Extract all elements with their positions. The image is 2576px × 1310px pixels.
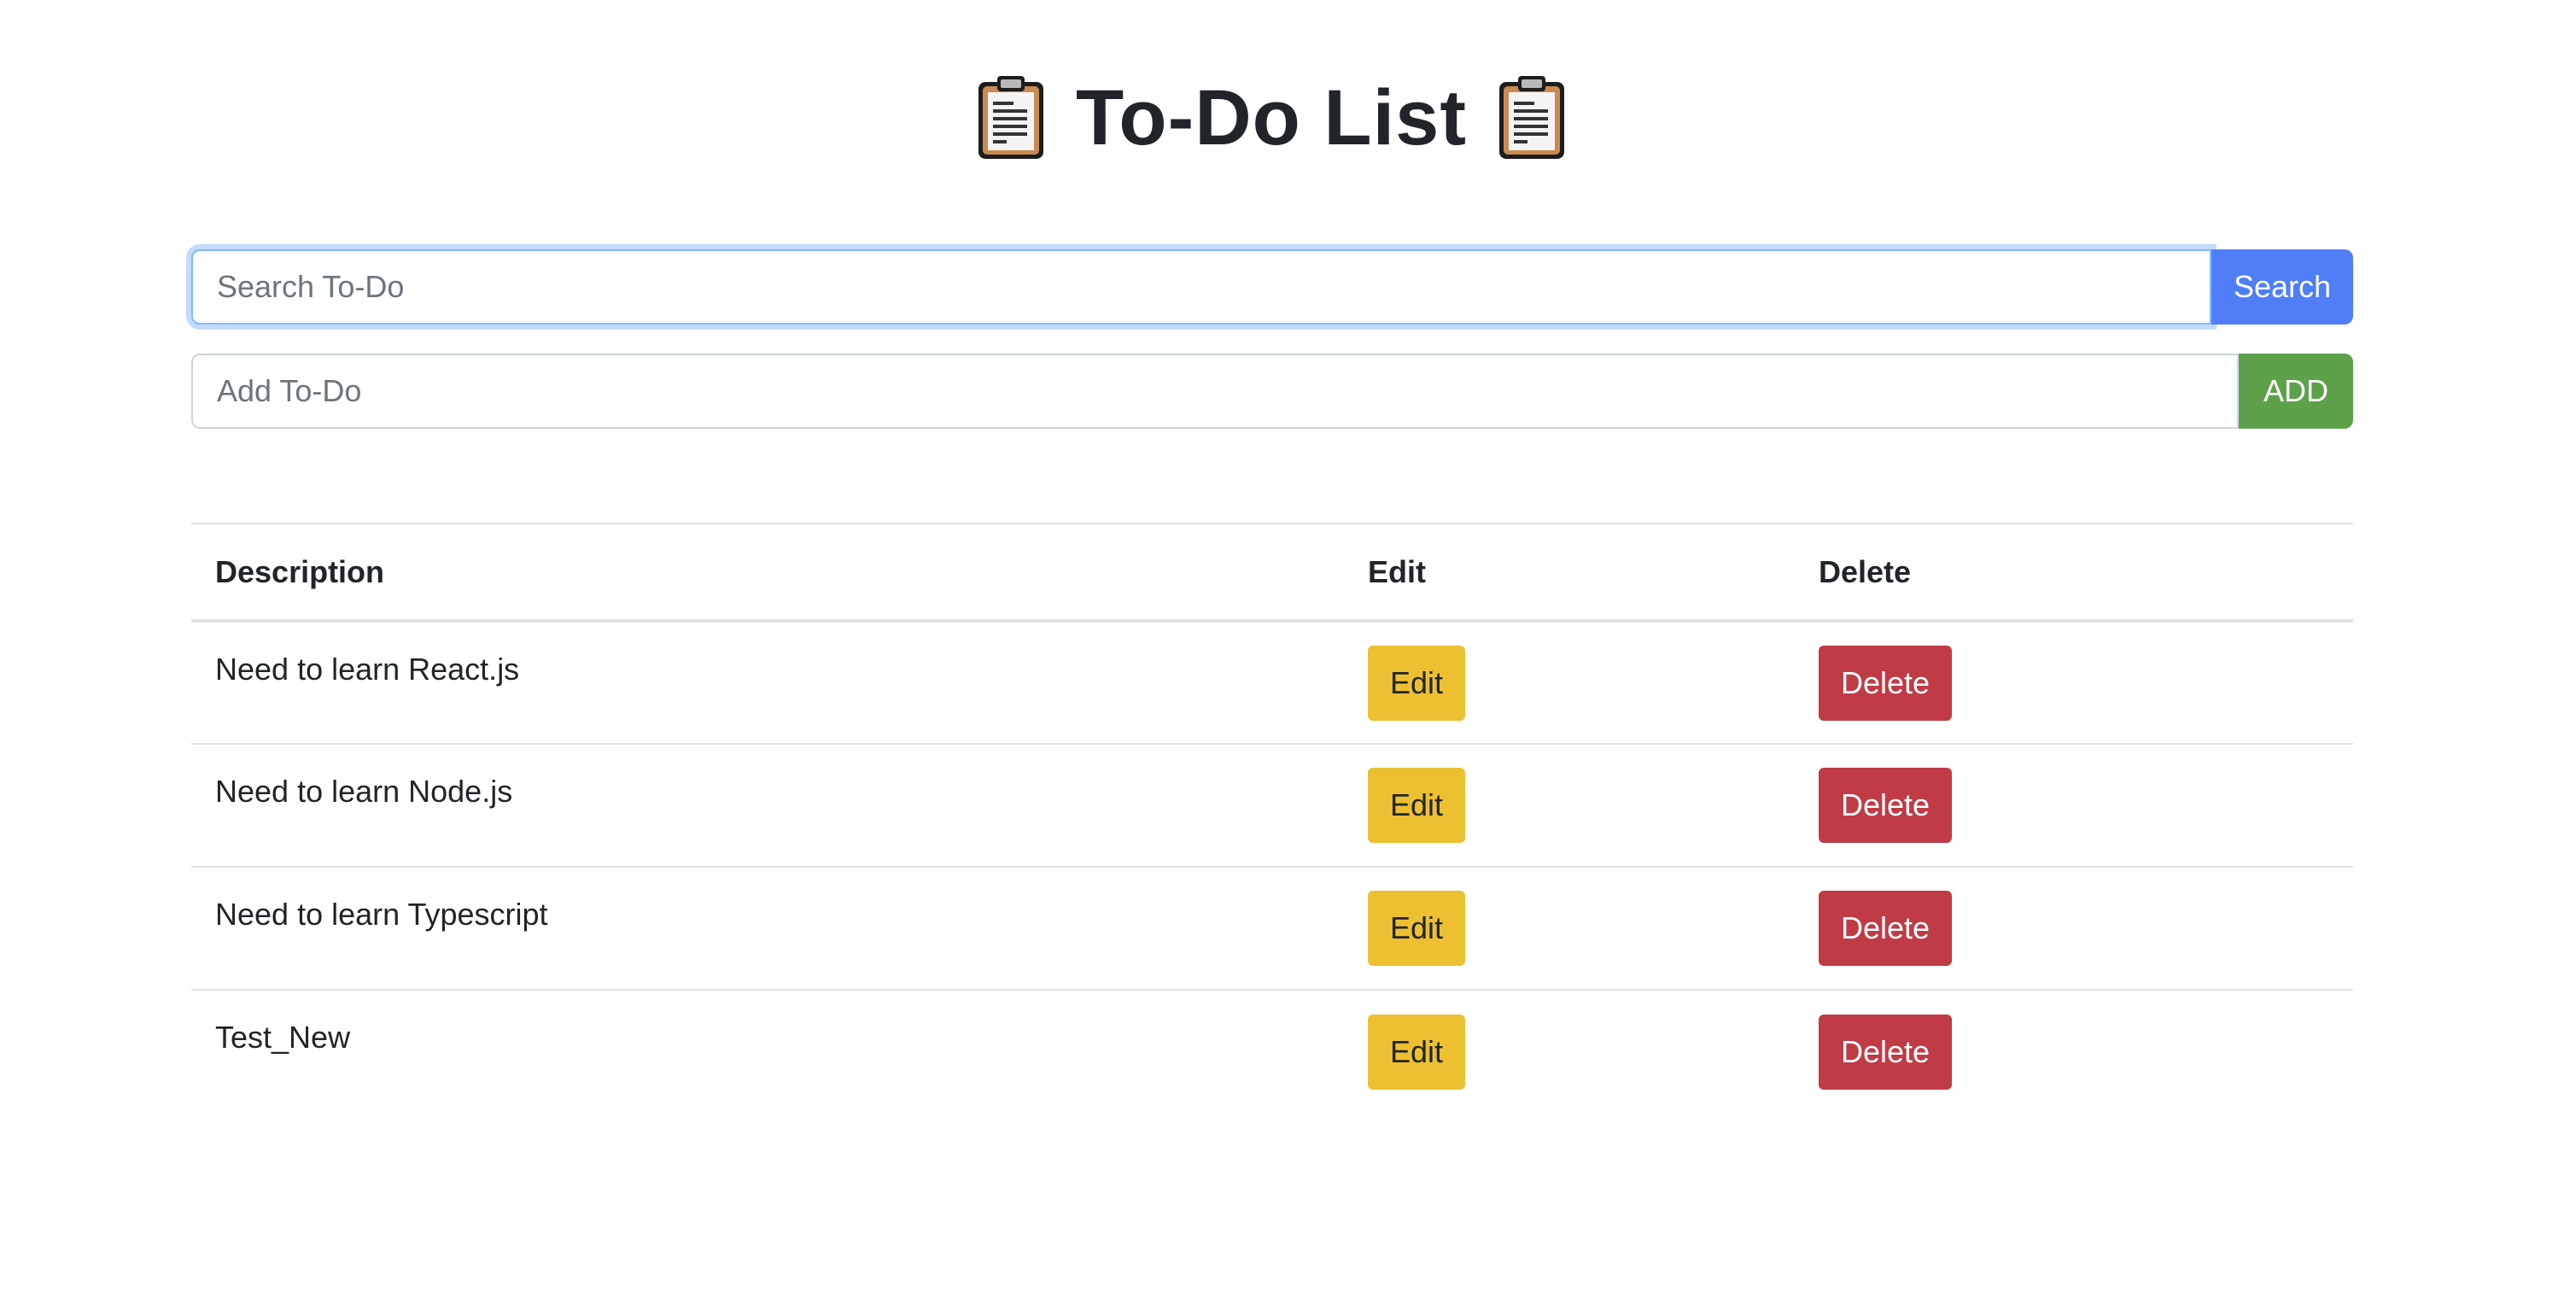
search-input[interactable] — [191, 249, 2211, 325]
table-body: Need to learn React.js Edit Delete Need … — [191, 621, 2353, 1113]
todo-description: Need to learn Node.js — [191, 744, 1344, 868]
todo-description: Need to learn React.js — [191, 621, 1344, 745]
delete-button[interactable]: Delete — [1819, 891, 1953, 966]
delete-cell: Delete — [1795, 867, 2353, 991]
delete-button[interactable]: Delete — [1819, 1014, 1953, 1090]
edit-button[interactable]: Edit — [1368, 1014, 1466, 1090]
todo-table: Description Edit Delete Need to learn Re… — [191, 523, 2353, 1113]
edit-cell: Edit — [1344, 990, 1795, 1113]
table-header-row: Description Edit Delete — [191, 523, 2353, 623]
search-form: Search — [191, 249, 2353, 325]
edit-cell: Edit — [1344, 867, 1795, 991]
table-header: Description Edit Delete — [191, 523, 2353, 623]
delete-button[interactable]: Delete — [1819, 645, 1953, 721]
table-row: Need to learn React.js Edit Delete — [191, 621, 2353, 745]
delete-cell: Delete — [1795, 990, 2353, 1113]
table-row: Need to learn Node.js Edit Delete — [191, 744, 2353, 868]
table-row: Need to learn Typescript Edit Delete — [191, 867, 2353, 991]
edit-button[interactable]: Edit — [1368, 891, 1466, 966]
search-button[interactable]: Search — [2211, 249, 2353, 325]
edit-button[interactable]: Edit — [1368, 768, 1466, 843]
delete-cell: Delete — [1795, 621, 2353, 745]
delete-cell: Delete — [1795, 744, 2353, 868]
todo-description: Test_New — [215, 1020, 351, 1055]
column-header-description: Description — [191, 523, 1344, 623]
delete-button[interactable]: Delete — [1819, 768, 1953, 843]
add-todo-input[interactable] — [191, 354, 2239, 429]
add-button[interactable]: ADD — [2239, 354, 2353, 429]
edit-cell: Edit — [1344, 744, 1795, 868]
page-title: To-Do List — [1076, 74, 1467, 161]
clipboard-icon — [975, 73, 1047, 162]
column-header-delete: Delete — [1795, 523, 2353, 623]
page-header: To-Do List — [0, 67, 2543, 169]
clipboard-icon — [1496, 73, 1568, 162]
todo-page: To-Do List Search ADD — [0, 0, 2576, 1310]
table-row: Test_New Edit Delete — [191, 990, 2353, 1113]
add-form: ADD — [191, 354, 2353, 429]
edit-button[interactable]: Edit — [1368, 645, 1466, 721]
todo-description: Need to learn Typescript — [191, 867, 1344, 991]
column-header-edit: Edit — [1344, 523, 1795, 623]
edit-cell: Edit — [1344, 621, 1795, 745]
